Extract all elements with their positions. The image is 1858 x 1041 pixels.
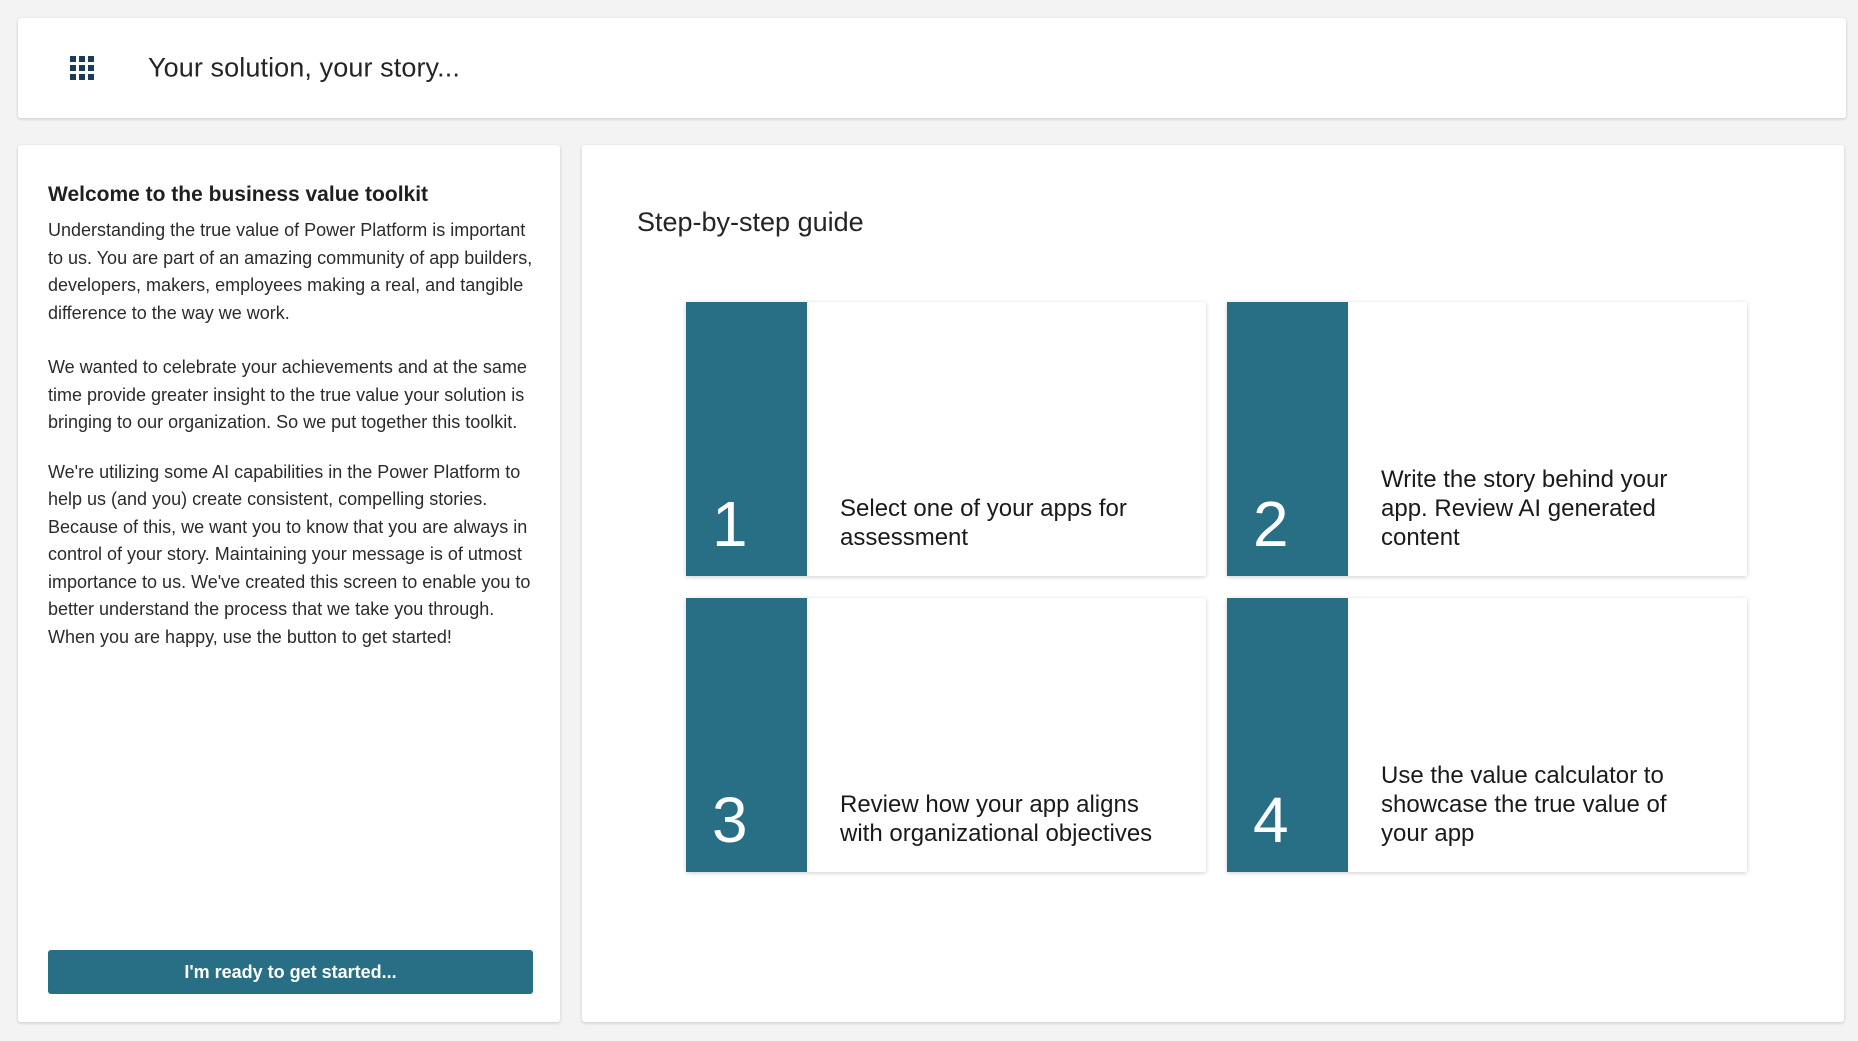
step-number: 4 <box>1253 784 1289 856</box>
step-card-3: 3 Review how your app aligns with organi… <box>686 598 1206 872</box>
guide-panel: Step-by-step guide 1 Select one of your … <box>582 145 1844 1022</box>
welcome-title: Welcome to the business value toolkit <box>48 183 429 206</box>
welcome-panel: Welcome to the business value toolkit Un… <box>18 145 560 1022</box>
app-header: Your solution, your story... <box>18 18 1846 118</box>
step-number: 3 <box>712 784 748 856</box>
guide-title: Step-by-step guide <box>637 207 864 237</box>
get-started-button[interactable]: I'm ready to get started... <box>48 950 533 994</box>
welcome-paragraph-3: We're utilizing some AI capabilities in … <box>48 461 531 647</box>
step-number-block: 4 <box>1227 598 1348 872</box>
step-number-block: 3 <box>686 598 807 872</box>
app-title: Your solution, your story... <box>148 52 460 83</box>
step-number: 2 <box>1253 488 1289 560</box>
step-number: 1 <box>712 488 748 560</box>
step-card-2: 2 Write the story behind your app. Revie… <box>1227 302 1747 576</box>
step-card-1: 1 Select one of your apps for assessment <box>686 302 1206 576</box>
step-text: Review how your app aligns with organiza… <box>840 791 1153 847</box>
step-text: Use the value calculator to showcase the… <box>1381 762 1667 847</box>
step-number-block: 2 <box>1227 302 1348 576</box>
step-text: Write the story behind your app. Review … <box>1381 466 1668 551</box>
step-card-4: 4 Use the value calculator to showcase t… <box>1227 598 1747 872</box>
welcome-body: Understanding the true value of Power Pl… <box>48 217 538 678</box>
welcome-paragraph-1: Understanding the true value of Power Pl… <box>48 220 533 323</box>
step-text: Select one of your apps for assessment <box>840 495 1127 551</box>
welcome-paragraph-2: We wanted to celebrate your achievements… <box>48 357 527 432</box>
step-number-block: 1 <box>686 302 807 576</box>
waffle-grid-icon[interactable] <box>64 50 100 86</box>
